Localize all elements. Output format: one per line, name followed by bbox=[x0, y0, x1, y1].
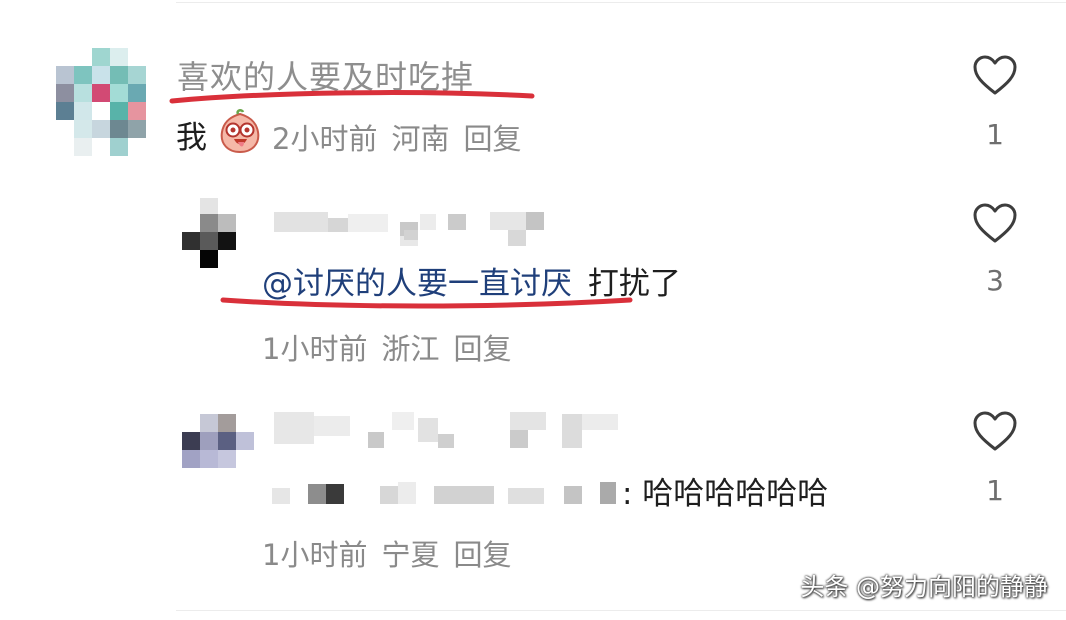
avatar[interactable] bbox=[56, 48, 148, 160]
username-underline bbox=[169, 90, 535, 104]
like-count: 1 bbox=[986, 118, 1004, 151]
comment-time: 1小时前 bbox=[262, 538, 368, 572]
comment-location: 浙江 bbox=[381, 332, 440, 366]
reply-button[interactable]: 回复 bbox=[453, 332, 511, 366]
like-count: 1 bbox=[986, 474, 1004, 507]
comment-location: 河南 bbox=[391, 122, 450, 156]
blushing-face-sticker-icon bbox=[220, 109, 260, 154]
comment-text: 我 bbox=[176, 120, 207, 156]
bottom-divider bbox=[176, 610, 1066, 611]
watermark: 头条 @努力向阳的静静 bbox=[800, 573, 1048, 601]
mention-underline bbox=[220, 297, 633, 309]
comment-location: 宁夏 bbox=[381, 538, 440, 572]
reply-text: : 哈哈哈哈哈哈 bbox=[622, 476, 829, 512]
like-count: 3 bbox=[986, 264, 1004, 297]
heart-outline-icon[interactable] bbox=[972, 202, 1018, 244]
blurred-mention[interactable] bbox=[272, 482, 622, 506]
comment-time: 2小时前 bbox=[272, 122, 378, 156]
comment-meta: 1小时前 浙江 回复 bbox=[262, 326, 525, 368]
avatar[interactable] bbox=[182, 198, 238, 270]
comment-meta: 1小时前 宁夏 回复 bbox=[262, 532, 525, 574]
reply-button[interactable]: 回复 bbox=[453, 538, 511, 572]
blurred-username[interactable] bbox=[272, 412, 622, 454]
avatar[interactable] bbox=[182, 414, 256, 470]
heart-outline-icon[interactable] bbox=[972, 54, 1018, 96]
top-divider bbox=[176, 2, 1066, 3]
reply-button[interactable]: 回复 bbox=[463, 122, 521, 156]
comment-time: 1小时前 bbox=[262, 332, 368, 366]
heart-outline-icon[interactable] bbox=[972, 410, 1018, 452]
comment-meta: 2小时前 河南 回复 bbox=[272, 116, 535, 158]
blurred-username[interactable] bbox=[270, 210, 560, 246]
